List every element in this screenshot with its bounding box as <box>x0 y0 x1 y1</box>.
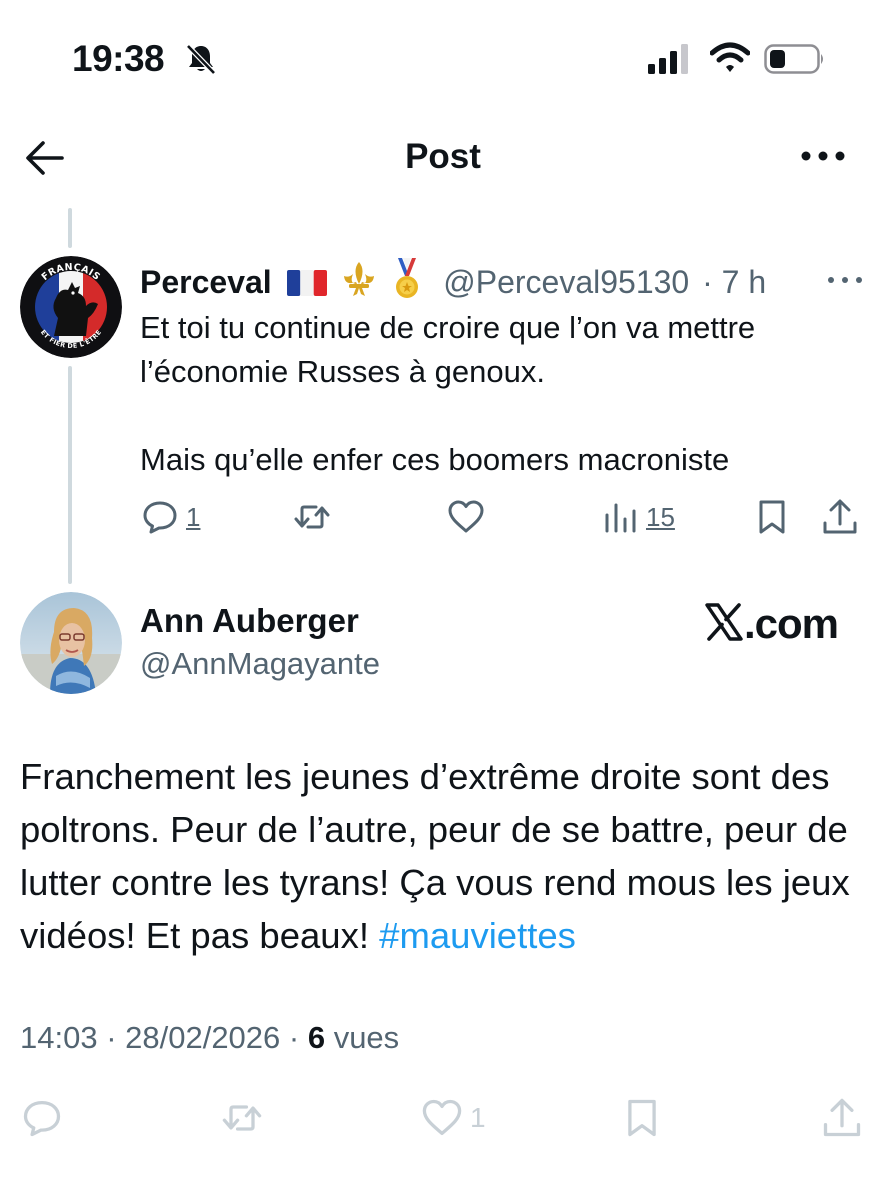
thread-line-bottom <box>68 366 72 584</box>
rooster-logo-icon: FRANÇAIS ET FIER DE L'ÊTRE <box>20 256 122 358</box>
retweet-icon <box>294 505 330 529</box>
status-time: 19:38 <box>72 38 165 79</box>
like-button[interactable] <box>446 496 492 538</box>
bookmark-icon <box>628 1099 656 1137</box>
post-author-name[interactable]: Ann Auberger <box>140 602 359 640</box>
hashtag-link[interactable]: #mauviettes <box>379 915 576 956</box>
french-flag-icon <box>286 263 327 307</box>
post-like-count: 1 <box>470 1102 486 1133</box>
reply-text-line: Mais qu’elle enfer ces boomers macronist… <box>140 442 730 477</box>
avatar[interactable] <box>20 592 122 694</box>
reply-time: · 7 h <box>702 263 767 300</box>
fleur-de-lis-icon <box>341 260 377 309</box>
post-bookmark-button[interactable] <box>620 1095 664 1141</box>
views-count: 15 <box>646 501 675 532</box>
share-icon <box>823 1098 861 1137</box>
bookmark-button[interactable] <box>752 496 792 538</box>
reply-text: Et toi tu continue de croire que l’on va… <box>140 306 860 482</box>
share-icon <box>823 499 857 534</box>
post-meta: 14:03 · 28/02/2026 · 6 vues <box>20 1020 399 1056</box>
signal-icon <box>648 44 688 74</box>
comment-icon <box>143 501 177 534</box>
bell-slash-icon <box>186 44 216 75</box>
avatar[interactable]: FRANÇAIS ET FIER DE L'ÊTRE <box>20 256 122 358</box>
reply-header: Perceval @Perceval95130 · 7 h <box>140 258 766 311</box>
retweet-button[interactable] <box>292 496 338 538</box>
post-views-count: 6 <box>307 1020 326 1055</box>
post-author-handle[interactable]: @AnnMagayante <box>140 646 380 682</box>
reply-button[interactable]: 1 <box>140 496 200 538</box>
comment-icon <box>23 1100 61 1137</box>
medal-icon <box>392 258 422 311</box>
retweet-icon <box>222 1105 262 1131</box>
bookmark-icon <box>759 500 785 534</box>
reply-handle[interactable]: @Perceval95130 <box>443 264 689 300</box>
analytics-icon <box>605 503 636 533</box>
profile-photo <box>20 592 122 694</box>
heart-icon <box>422 1099 462 1136</box>
share-button[interactable] <box>820 496 860 538</box>
post-share-button[interactable] <box>820 1095 864 1141</box>
more-horizontal-icon[interactable] <box>800 146 846 166</box>
page-title: Post <box>405 137 481 176</box>
watermark-text: .com <box>744 600 839 647</box>
heart-icon <box>448 500 484 533</box>
x-logo-icon <box>705 603 743 641</box>
reply-text-line: Et toi tu continue de croire que l’on va… <box>140 310 756 345</box>
post-retweet-button[interactable] <box>220 1095 270 1141</box>
x-logo-watermark: .com <box>704 600 839 648</box>
battery-icon <box>764 44 823 74</box>
wifi-icon <box>710 42 750 72</box>
more-horizontal-icon[interactable] <box>826 270 864 290</box>
post-timestamp: 14:03 · 28/02/2026 · <box>20 1020 308 1055</box>
post-views-label: vues <box>325 1020 400 1055</box>
reply-text-line: l’économie Russes à genoux. <box>140 354 545 389</box>
post-text: Franchement les jeunes d’extrême droite … <box>20 750 870 962</box>
reply-author-name[interactable]: Perceval <box>140 264 272 300</box>
reply-count: 1 <box>186 501 201 532</box>
post-like-button[interactable]: 1 <box>420 1095 486 1141</box>
post-reply-button[interactable] <box>20 1095 70 1141</box>
views-button[interactable]: 15 <box>600 496 675 538</box>
thread-line-top <box>68 208 72 248</box>
